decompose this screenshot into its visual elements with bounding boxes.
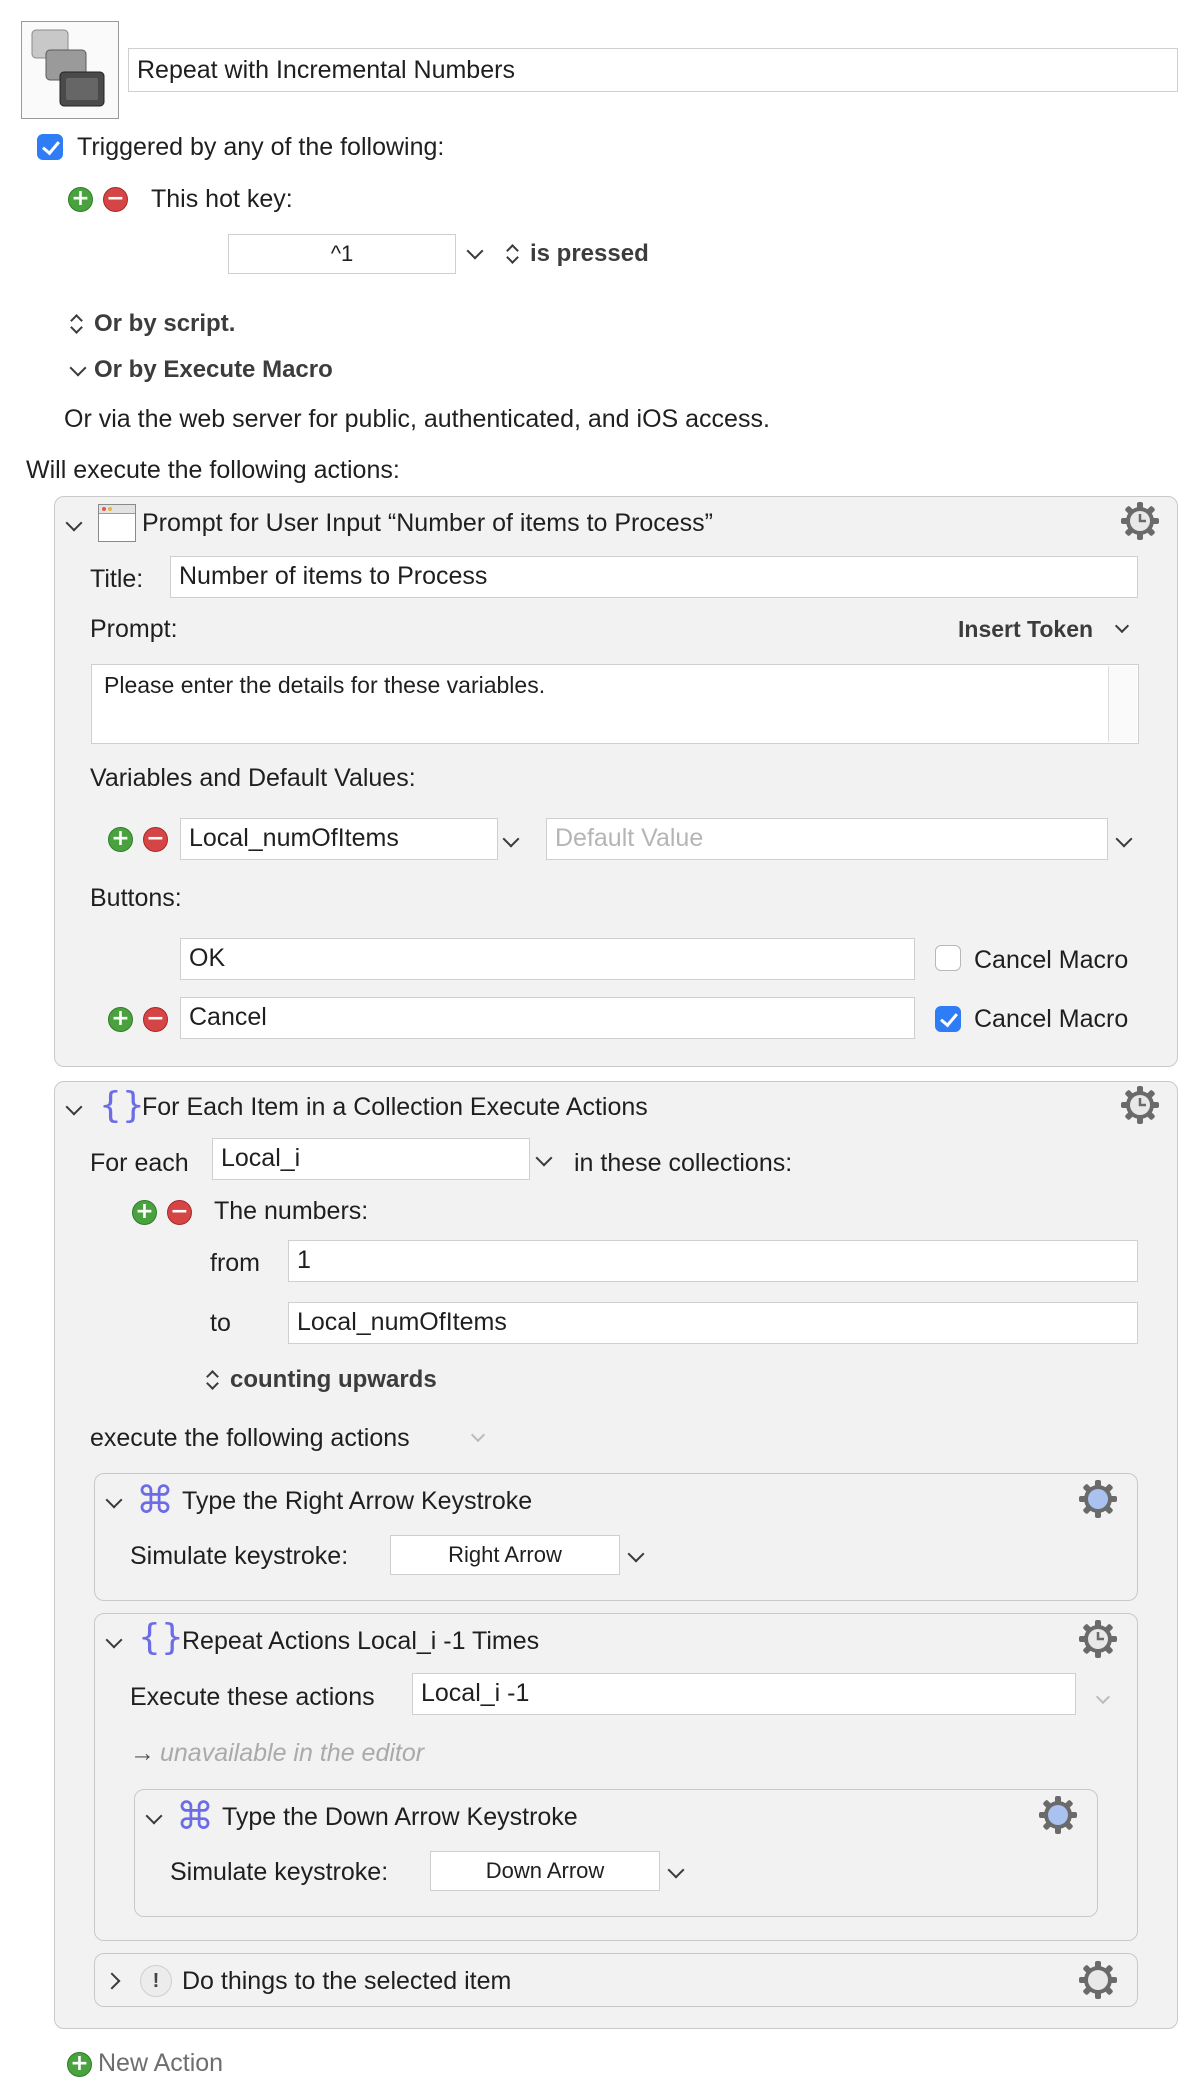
command-key-icon: ⌘ xyxy=(136,1478,174,1522)
remove-trigger-button[interactable]: − xyxy=(103,187,128,212)
or-by-execute-macro[interactable]: Or by Execute Macro xyxy=(94,355,333,385)
prompt-label: Prompt: xyxy=(90,615,178,643)
triggered-checkbox[interactable] xyxy=(37,134,63,160)
or-by-script[interactable]: Or by script. xyxy=(94,309,235,339)
buttons-label: Buttons: xyxy=(90,884,182,912)
right-arrow-key-field[interactable]: Right Arrow xyxy=(390,1535,620,1575)
curly-braces-icon: {} xyxy=(99,1085,145,1126)
from-label: from xyxy=(210,1249,260,1277)
gear-icon[interactable] xyxy=(1038,1795,1078,1835)
gear-icon[interactable] xyxy=(1120,1085,1160,1125)
script-updown-icon[interactable] xyxy=(70,313,82,335)
gear-icon[interactable] xyxy=(1078,1960,1118,2000)
insert-token-button[interactable]: Insert Token xyxy=(958,614,1093,644)
notification-icon: ! xyxy=(140,1965,172,1997)
repeat-title[interactable]: Repeat Actions Local_i -1 Times xyxy=(182,1626,539,1656)
prompt-scrollbar[interactable] xyxy=(1108,666,1137,742)
command-key-icon: ⌘ xyxy=(176,1794,214,1838)
web-server-text: Or via the web server for public, authen… xyxy=(64,405,770,433)
down-arrow-key-field[interactable]: Down Arrow xyxy=(430,1851,660,1891)
execute-following-label: execute the following actions xyxy=(90,1424,410,1452)
ok-cancel-macro-checkbox[interactable] xyxy=(935,945,961,971)
cancel-button-field[interactable]: Cancel xyxy=(180,997,915,1039)
collection-type-label: The numbers: xyxy=(214,1197,369,1225)
new-action-plus-icon[interactable]: + xyxy=(67,2052,92,2077)
add-trigger-button[interactable]: + xyxy=(68,187,93,212)
add-button-button[interactable]: + xyxy=(108,1007,133,1032)
variable-name-field[interactable]: Local_numOfItems xyxy=(180,818,498,860)
direction-updown-icon[interactable] xyxy=(206,1369,218,1391)
title-label: Title: xyxy=(90,565,144,593)
type-right-title[interactable]: Type the Right Arrow Keystroke xyxy=(182,1486,532,1516)
gear-icon[interactable] xyxy=(1078,1479,1118,1519)
foreach-action-title[interactable]: For Each Item in a Collection Execute Ac… xyxy=(142,1092,648,1122)
simulate-keystroke-label: Simulate keystroke: xyxy=(130,1542,349,1570)
actions-header: Will execute the following actions: xyxy=(26,456,400,484)
repeat-count-field[interactable]: Local_i -1 xyxy=(412,1673,1076,1715)
new-action-button[interactable]: New Action xyxy=(98,2048,223,2078)
hotkey-field[interactable]: ^1 xyxy=(228,234,456,274)
foreach-variable-field[interactable]: Local_i xyxy=(212,1138,530,1180)
cancel-cancel-macro-checkbox[interactable] xyxy=(935,1006,961,1032)
macro-name-field[interactable]: Repeat with Incremental Numbers xyxy=(128,48,1178,92)
gear-icon[interactable] xyxy=(1120,501,1160,541)
variables-label: Variables and Default Values: xyxy=(90,764,416,792)
remove-variable-button[interactable]: − xyxy=(143,827,168,852)
execute-these-label: Execute these actions xyxy=(130,1683,375,1711)
gear-icon[interactable] xyxy=(1078,1619,1118,1659)
hotkey-state-label[interactable]: is pressed xyxy=(530,239,649,269)
ok-button-field[interactable]: OK xyxy=(180,938,915,980)
ok-cancel-macro-label: Cancel Macro xyxy=(974,946,1129,974)
remove-collection-button[interactable]: − xyxy=(167,1200,192,1225)
simulate-keystroke-label: Simulate keystroke: xyxy=(170,1858,389,1886)
hotkey-dropdown-icon[interactable] xyxy=(466,242,484,260)
remove-button-button[interactable]: − xyxy=(143,1007,168,1032)
macro-icon[interactable] xyxy=(21,21,119,119)
prompt-text-area[interactable]: Please enter the details for these varia… xyxy=(91,664,1139,744)
add-variable-button[interactable]: + xyxy=(108,827,133,852)
from-field[interactable]: 1 xyxy=(288,1240,1138,1282)
prompt-title-field[interactable]: Number of items to Process xyxy=(170,556,1138,598)
triggered-label: Triggered by any of the following: xyxy=(77,133,445,161)
unavailable-note: unavailable in the editor xyxy=(160,1739,425,1767)
for-each-label: For each xyxy=(90,1149,189,1177)
curly-braces-icon: {} xyxy=(138,1617,184,1658)
to-label: to xyxy=(210,1309,231,1337)
hotkey-label: This hot key: xyxy=(151,185,293,213)
cancel-cancel-macro-label: Cancel Macro xyxy=(974,1005,1129,1033)
prompt-action-title[interactable]: Prompt for User Input “Number of items t… xyxy=(142,508,713,538)
hotkey-state-updown-icon[interactable] xyxy=(506,243,518,265)
counting-direction-label[interactable]: counting upwards xyxy=(230,1365,437,1395)
in-collections-label: in these collections: xyxy=(574,1149,793,1177)
type-down-title[interactable]: Type the Down Arrow Keystroke xyxy=(222,1802,578,1832)
arrow-right-icon: → xyxy=(130,1739,155,1767)
execute-macro-chevron-icon[interactable] xyxy=(69,359,87,377)
default-value-field[interactable]: Default Value xyxy=(546,818,1108,860)
to-field[interactable]: Local_numOfItems xyxy=(288,1302,1138,1344)
add-collection-button[interactable]: + xyxy=(132,1200,157,1225)
collapsed-action-title[interactable]: Do things to the selected item xyxy=(182,1966,511,1996)
window-icon xyxy=(98,504,136,542)
